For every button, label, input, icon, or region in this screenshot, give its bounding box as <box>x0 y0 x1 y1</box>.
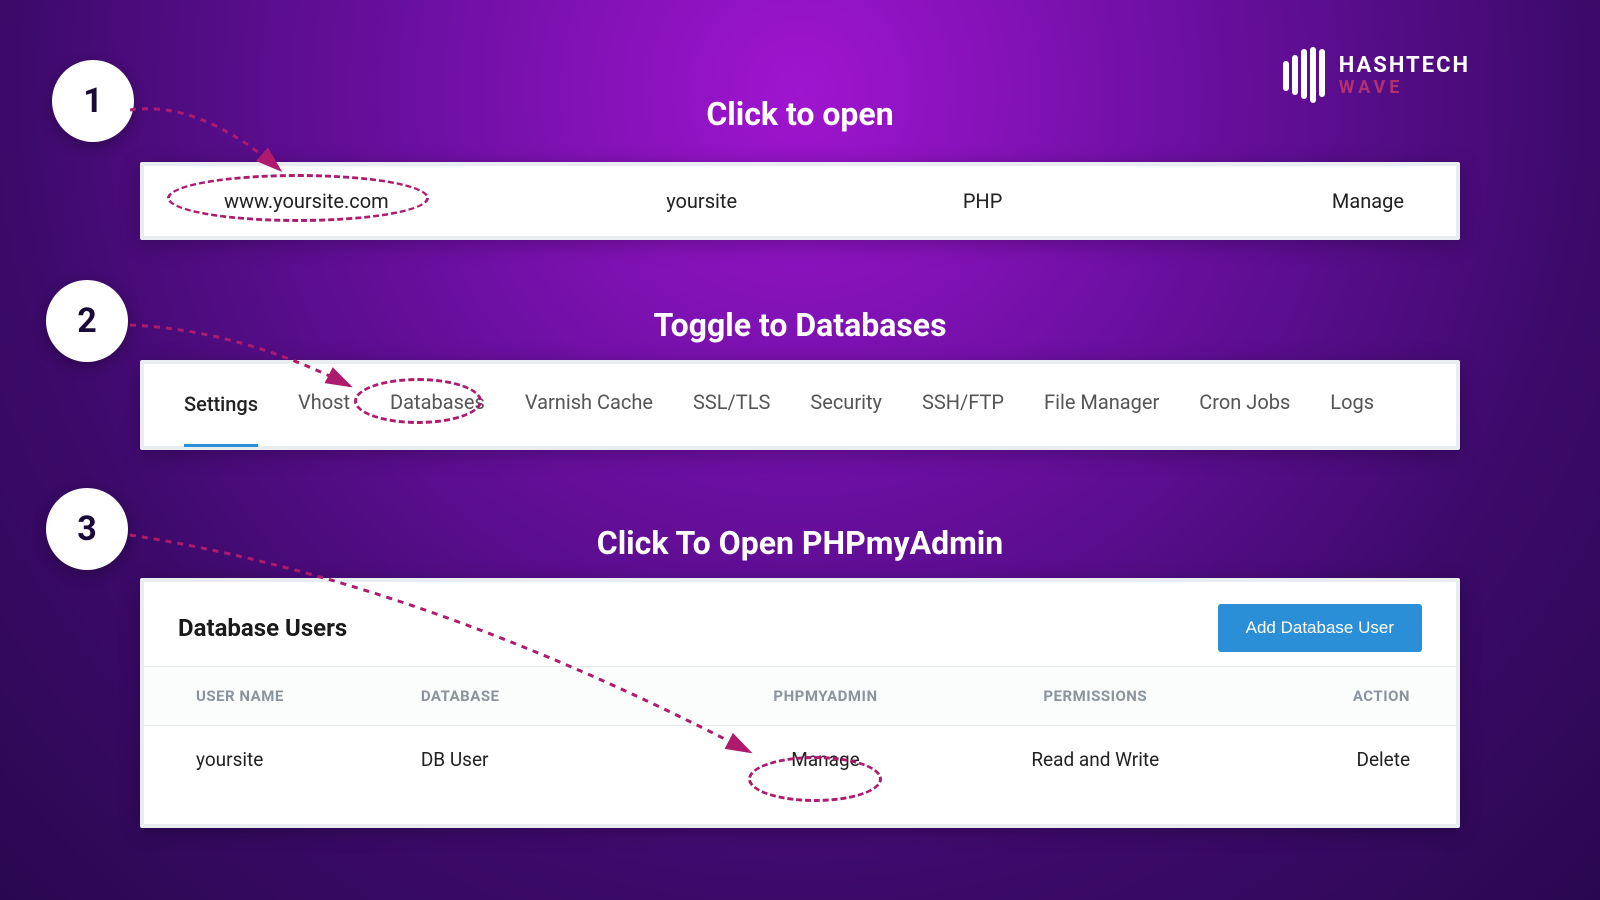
td-delete-link[interactable]: Delete <box>1230 748 1422 771</box>
th-phpmyadmin: PHPMYADMIN <box>691 687 961 705</box>
tab-databases[interactable]: Databases <box>390 390 485 420</box>
logo-text-line1: HASHTECH <box>1339 55 1470 77</box>
step-heading-2: Toggle to Databases <box>0 306 1600 344</box>
db-users-table-header: USER NAME DATABASE PHPMYADMIN PERMISSION… <box>144 666 1456 726</box>
db-user-row: yoursite DB User Manage Read and Write D… <box>144 726 1456 793</box>
site-domain-link[interactable]: www.yoursite.com <box>144 189 561 213</box>
th-username: USER NAME <box>178 687 421 705</box>
tab-logs[interactable]: Logs <box>1330 390 1374 420</box>
tab-ssl[interactable]: SSL/TLS <box>693 390 770 420</box>
site-tech-label: PHP <box>842 189 1123 213</box>
tab-ssh[interactable]: SSH/FTP <box>922 390 1004 420</box>
td-username: yoursite <box>178 748 421 771</box>
add-database-user-button[interactable]: Add Database User <box>1218 604 1422 652</box>
td-database: DB User <box>421 748 691 771</box>
td-phpmyadmin-manage-link[interactable]: Manage <box>691 748 961 771</box>
th-action: ACTION <box>1230 687 1422 705</box>
site-manage-link[interactable]: Manage <box>1123 189 1456 213</box>
database-users-panel: Database Users Add Database User USER NA… <box>140 578 1460 828</box>
td-permissions: Read and Write <box>960 748 1230 771</box>
step-heading-3: Click To Open PHPmyAdmin <box>0 524 1600 562</box>
tab-cron[interactable]: Cron Jobs <box>1199 390 1290 420</box>
tabs-panel: Settings Vhost Databases Varnish Cache S… <box>140 360 1460 450</box>
th-permissions: PERMISSIONS <box>960 687 1230 705</box>
step-heading-1: Click to open <box>0 95 1600 133</box>
tab-settings[interactable]: Settings <box>184 392 258 447</box>
site-app-label: yoursite <box>561 189 842 213</box>
tab-varnish[interactable]: Varnish Cache <box>525 390 653 420</box>
tab-security[interactable]: Security <box>810 390 882 420</box>
tab-filemanager[interactable]: File Manager <box>1044 390 1159 420</box>
site-row-panel: www.yoursite.com yoursite PHP Manage <box>140 162 1460 240</box>
db-users-title: Database Users <box>178 614 347 642</box>
tab-vhost[interactable]: Vhost <box>298 390 350 420</box>
th-database: DATABASE <box>421 687 691 705</box>
